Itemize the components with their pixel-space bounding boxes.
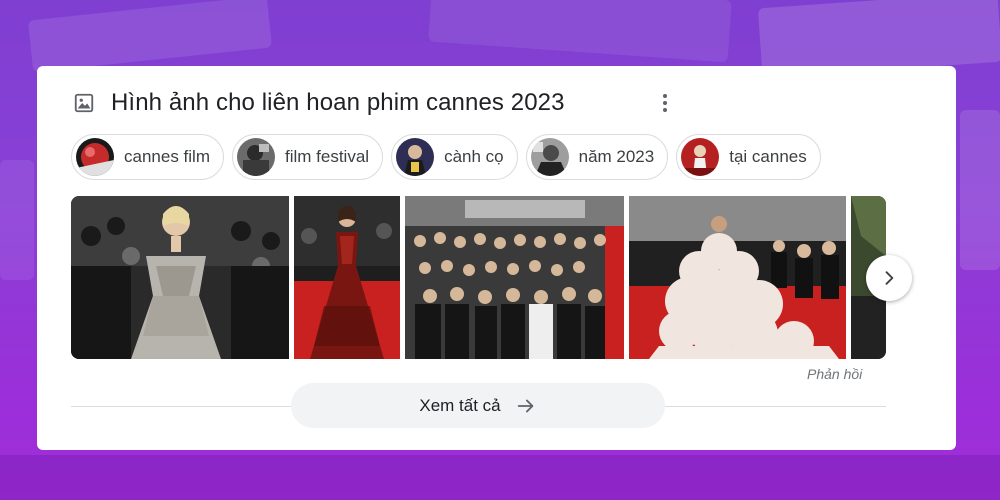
background-decoration (0, 455, 1000, 500)
related-search-chips: cannes film film festival cành cọ năm 20… (71, 134, 821, 180)
chip-nam-2023[interactable]: năm 2023 (525, 134, 669, 180)
image-results-panel: Hình ảnh cho liên hoan phim cannes 2023 … (37, 66, 956, 450)
chip-thumbnail (530, 138, 569, 176)
background-decoration (0, 160, 34, 280)
chevron-right-icon (885, 271, 894, 285)
chip-label: film festival (284, 147, 370, 166)
chip-thumbnail (76, 138, 114, 176)
see-all-label: Xem tất cả (419, 395, 501, 415)
chip-tai-cannes[interactable]: tại cannes (676, 134, 821, 180)
feedback-link[interactable]: Phản hồi (807, 366, 862, 382)
chip-cannes-film[interactable]: cannes film (71, 134, 224, 180)
gallery-image[interactable] (405, 196, 624, 359)
chip-thumbnail (396, 138, 435, 176)
background-decoration (428, 0, 732, 63)
chip-film-festival[interactable]: film festival (231, 134, 384, 180)
panel-header: Hình ảnh cho liên hoan phim cannes 2023 (73, 88, 936, 118)
chip-canh-co[interactable]: cành cọ (391, 134, 518, 180)
gallery-image[interactable] (71, 196, 289, 359)
more-vert-icon[interactable] (657, 92, 673, 114)
panel-title: Hình ảnh cho liên hoan phim cannes 2023 (111, 89, 565, 116)
background-decoration (960, 110, 1000, 270)
image-gallery (71, 196, 886, 359)
chip-label: tại cannes (729, 147, 807, 166)
see-all-button[interactable]: Xem tất cả (291, 383, 665, 428)
chip-thumbnail (236, 138, 275, 176)
arrow-right-icon (517, 399, 533, 412)
chip-thumbnail (681, 138, 720, 176)
chip-label: năm 2023 (578, 147, 655, 166)
gallery-image[interactable] (629, 196, 846, 359)
image-icon (74, 93, 94, 113)
next-button[interactable] (866, 255, 912, 301)
gallery-image[interactable] (294, 196, 400, 359)
background-decoration (27, 0, 273, 73)
chip-label: cannes film (124, 147, 210, 166)
chip-label: cành cọ (444, 147, 504, 166)
